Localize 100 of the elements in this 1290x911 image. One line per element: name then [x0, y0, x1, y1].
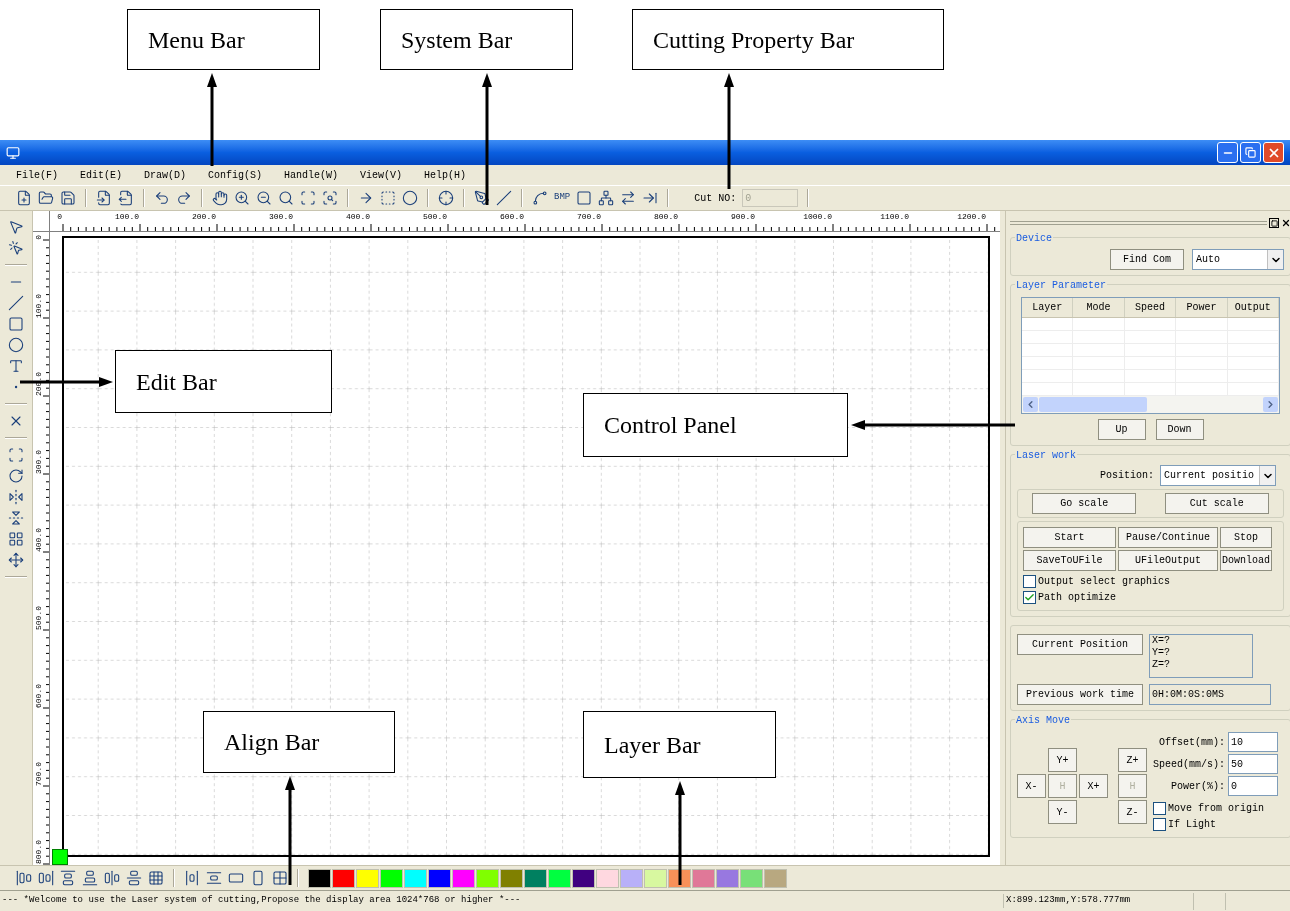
same-height-icon[interactable]	[250, 870, 266, 886]
scan-icon[interactable]	[300, 190, 316, 206]
work-button[interactable]: Start	[1023, 527, 1116, 548]
color-swatch[interactable]	[332, 868, 355, 888]
move-icon[interactable]	[8, 552, 24, 568]
menu-item[interactable]: Help(H)	[424, 167, 467, 183]
up-button[interactable]: Up	[1097, 419, 1146, 440]
zoom-in-icon[interactable]	[234, 190, 250, 206]
checkbox[interactable]	[1153, 801, 1166, 815]
work-button[interactable]: Download	[1220, 550, 1272, 571]
checkbox[interactable]	[1023, 590, 1036, 604]
work-button[interactable]: Stop	[1220, 527, 1272, 548]
column-header[interactable]: Mode	[1073, 298, 1125, 317]
jog-button[interactable]: Y-	[1048, 800, 1077, 824]
export-icon[interactable]	[118, 190, 134, 206]
polyline-icon[interactable]	[8, 295, 24, 311]
color-swatch[interactable]	[692, 868, 715, 888]
arrow-icon[interactable]	[358, 190, 374, 206]
align-bottom-icon[interactable]	[82, 870, 98, 886]
menu-item[interactable]: Edit(E)	[80, 167, 123, 183]
color-swatch[interactable]	[644, 868, 667, 888]
array-icon[interactable]	[8, 531, 24, 547]
align-right-icon[interactable]	[38, 870, 54, 886]
menu-item[interactable]: View(V)	[360, 167, 403, 183]
zoom-out-icon[interactable]	[256, 190, 272, 206]
space-horizontal-icon[interactable]	[184, 870, 200, 886]
zoom-fit-icon[interactable]	[322, 190, 338, 206]
square-icon[interactable]	[576, 190, 593, 206]
menu-item[interactable]: Config(S)	[208, 167, 263, 183]
color-swatch[interactable]	[596, 868, 619, 888]
import-icon[interactable]	[96, 190, 112, 206]
close-button[interactable]	[1281, 218, 1290, 228]
rectangle-icon[interactable]	[8, 316, 24, 332]
color-swatch[interactable]	[452, 868, 475, 888]
checkbox[interactable]	[1023, 574, 1036, 588]
current-position-button[interactable]: Current Position	[1017, 634, 1143, 655]
same-size-icon[interactable]	[272, 870, 288, 886]
jog-button[interactable]: Z-	[1118, 800, 1147, 824]
color-swatch[interactable]	[716, 868, 739, 888]
network-icon[interactable]	[598, 190, 615, 206]
redo-icon[interactable]	[176, 190, 192, 206]
arrow-to-line-icon[interactable]	[642, 190, 659, 206]
column-header[interactable]: Output	[1227, 298, 1280, 317]
dashed-square-icon[interactable]	[380, 190, 396, 206]
align-middle-icon[interactable]	[126, 870, 142, 886]
color-swatch[interactable]	[356, 868, 379, 888]
same-width-icon[interactable]	[228, 870, 244, 886]
align-center-icon[interactable]	[104, 870, 120, 886]
column-header[interactable]: Layer	[1022, 298, 1074, 317]
search-icon[interactable]	[278, 190, 294, 206]
work-button[interactable]: Pause/Continue	[1118, 527, 1218, 548]
bmp-button[interactable]: BMP	[554, 191, 571, 205]
work-button[interactable]: UFileOutput	[1118, 550, 1218, 571]
color-swatch[interactable]	[500, 868, 523, 888]
align-top-icon[interactable]	[60, 870, 76, 886]
new-file-icon[interactable]	[16, 190, 32, 206]
hand-icon[interactable]	[212, 190, 228, 206]
rotate-icon[interactable]	[8, 468, 24, 484]
color-swatch[interactable]	[572, 868, 595, 888]
color-swatch[interactable]	[404, 868, 427, 888]
color-swatch[interactable]	[308, 868, 331, 888]
dropdown[interactable]: Current positio	[1160, 465, 1276, 486]
down-button[interactable]: Down	[1155, 419, 1204, 440]
menu-item[interactable]: File(F)	[16, 167, 58, 183]
scale-button[interactable]: Cut scale	[1164, 493, 1269, 514]
mirror-horizontal-icon[interactable]	[8, 489, 24, 505]
scroll-right-icon[interactable]	[1265, 399, 1276, 410]
space-vertical-icon[interactable]	[206, 870, 222, 886]
color-swatch[interactable]	[380, 868, 403, 888]
color-swatch[interactable]	[764, 868, 787, 888]
jog-button[interactable]: X-	[1017, 774, 1046, 798]
restore-button[interactable]	[1240, 142, 1261, 163]
menu-item[interactable]: Draw(D)	[144, 167, 187, 183]
color-swatch[interactable]	[428, 868, 451, 888]
line-icon[interactable]	[496, 190, 512, 206]
float-button[interactable]	[1269, 218, 1279, 228]
checkbox[interactable]	[1153, 817, 1166, 831]
ellipse-icon[interactable]	[8, 337, 24, 353]
minimize-button[interactable]	[1217, 142, 1238, 163]
color-swatch[interactable]	[740, 868, 763, 888]
column-header[interactable]: Power	[1176, 298, 1228, 317]
color-swatch[interactable]	[476, 868, 499, 888]
color-swatch[interactable]	[620, 868, 643, 888]
arrows-icon[interactable]	[620, 190, 637, 206]
input-field[interactable]: 50	[1228, 754, 1278, 774]
column-header[interactable]: Speed	[1124, 298, 1177, 317]
color-swatch[interactable]	[548, 868, 571, 888]
jog-button[interactable]: X+	[1079, 774, 1108, 798]
input-field[interactable]: 0	[1228, 776, 1278, 796]
undo-icon[interactable]	[154, 190, 170, 206]
save-icon[interactable]	[60, 190, 76, 206]
dropdown[interactable]: Auto	[1192, 249, 1284, 270]
color-swatch[interactable]	[524, 868, 547, 888]
node-pointer-icon[interactable]	[8, 240, 24, 256]
jog-button[interactable]: Y+	[1048, 748, 1077, 772]
find-com-button[interactable]: Find Com	[1110, 249, 1184, 270]
work-time-button[interactable]: Previous work time	[1017, 684, 1143, 705]
jog-button[interactable]: Z+	[1118, 748, 1147, 772]
align-left-icon[interactable]	[16, 870, 32, 886]
mirror-vertical-icon[interactable]	[8, 510, 24, 526]
